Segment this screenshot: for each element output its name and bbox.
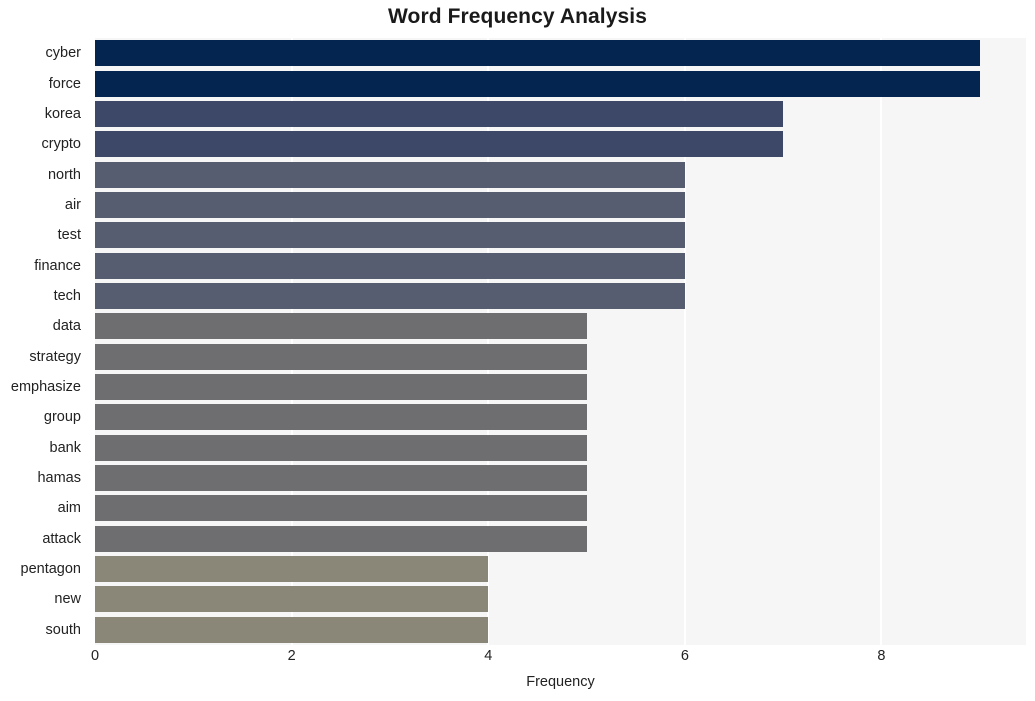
- bar[interactable]: [95, 374, 587, 401]
- bar[interactable]: [95, 525, 587, 552]
- bar[interactable]: [95, 586, 489, 613]
- y-axis-tick-label: korea: [44, 105, 81, 122]
- bar[interactable]: [95, 465, 587, 492]
- y-axis-tick-label: aim: [57, 500, 81, 517]
- y-axis-tick-label: cyber: [45, 45, 81, 62]
- bar[interactable]: [95, 343, 587, 370]
- y-axis-tick-label: air: [64, 196, 81, 213]
- y-axis-tick-label: new: [54, 591, 81, 608]
- bar[interactable]: [95, 222, 685, 249]
- bar[interactable]: [95, 252, 685, 279]
- bar[interactable]: [95, 191, 685, 218]
- bar[interactable]: [95, 434, 587, 461]
- bar[interactable]: [95, 556, 489, 583]
- y-axis-labels: cyber force korea crypto north air test finance…: [0, 38, 88, 645]
- x-axis-tick-label: 6: [680, 648, 689, 664]
- y-axis-tick-label: north: [47, 166, 81, 183]
- y-axis-tick-label: force: [48, 75, 81, 92]
- y-axis-tick-label: strategy: [29, 348, 81, 365]
- y-axis-tick-label: bank: [49, 439, 81, 456]
- chart-title: Word Frequency Analysis: [387, 5, 648, 28]
- bar[interactable]: [95, 282, 685, 309]
- y-axis-tick-label: emphasize: [10, 379, 81, 396]
- bar[interactable]: [95, 40, 980, 67]
- bar[interactable]: [95, 70, 980, 97]
- bar[interactable]: [95, 161, 685, 188]
- bar[interactable]: [95, 313, 587, 340]
- bars-layer: [95, 38, 1026, 645]
- x-axis-tick-label: 4: [484, 648, 493, 664]
- y-axis-tick-label: finance: [34, 257, 81, 274]
- x-axis-title: Frequency: [526, 674, 595, 690]
- y-axis-tick-label: attack: [42, 530, 81, 547]
- y-axis-tick-label: tech: [53, 287, 81, 304]
- word-frequency-chart-figure: Word Frequency Analysis cyber force korea c…: [0, 0, 1035, 701]
- x-axis-tick-label: 8: [877, 648, 886, 664]
- x-axis-tick-label: 2: [287, 648, 296, 664]
- y-axis-tick-label: hamas: [37, 470, 81, 487]
- y-axis-tick-label: south: [45, 621, 81, 638]
- bar[interactable]: [95, 404, 587, 431]
- y-axis-tick-label: test: [57, 227, 81, 244]
- bar[interactable]: [95, 131, 784, 158]
- y-axis-tick-label: pentagon: [20, 561, 81, 578]
- plot-area: [95, 38, 1026, 645]
- y-axis-tick-label: group: [43, 409, 81, 426]
- bar[interactable]: [95, 616, 489, 643]
- y-axis-tick-label: crypto: [41, 136, 82, 153]
- bar[interactable]: [95, 100, 784, 127]
- bar[interactable]: [95, 495, 587, 522]
- x-axis-tick-label: 0: [90, 648, 100, 664]
- x-axis-tick-labels: 0 2 4 6 8: [0, 648, 1035, 672]
- y-axis-tick-label: data: [52, 318, 81, 335]
